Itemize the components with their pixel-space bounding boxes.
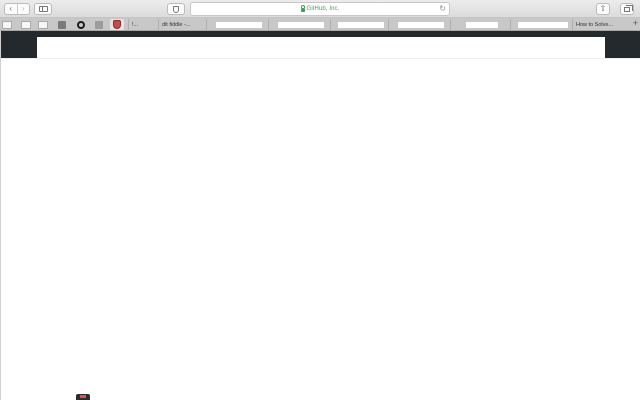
window-edge <box>0 31 1 400</box>
pinned-tab-active[interactable] <box>110 19 124 30</box>
new-tab-button[interactable]: + <box>633 18 638 28</box>
shield-icon <box>173 5 179 13</box>
tab-label: !... <box>132 21 139 28</box>
tab-label: How to Solve... <box>576 21 613 28</box>
tab-thumbnail <box>398 21 444 28</box>
tab-6[interactable] <box>388 19 450 30</box>
tab-strip: !... dit fiddle -... How to Solve... + <box>0 18 640 31</box>
tab-8[interactable] <box>510 19 572 30</box>
extension-icon <box>113 20 121 29</box>
github-icon <box>77 20 85 29</box>
pinned-tab-6[interactable] <box>93 19 105 30</box>
back-icon[interactable]: ‹ <box>5 4 17 14</box>
pinned-tab-github[interactable] <box>75 19 87 30</box>
pinned-tab-1[interactable] <box>1 19 13 30</box>
page-icon <box>38 20 48 29</box>
page-icon <box>2 20 12 29</box>
tab-9[interactable]: How to Solve... <box>572 19 628 30</box>
dock-icon[interactable] <box>76 394 90 400</box>
tab-thumbnail <box>338 21 384 28</box>
forward-icon[interactable]: › <box>16 4 30 14</box>
tabs-icon <box>624 4 633 12</box>
tab-1[interactable]: !... <box>128 19 158 30</box>
address-bar[interactable]: GitHub, Inc. ↻ <box>190 2 450 16</box>
tab-3[interactable] <box>206 19 268 30</box>
tab-thumbnail <box>518 21 568 28</box>
tab-thumbnail <box>466 21 498 28</box>
sidebar-button[interactable] <box>34 3 52 15</box>
lock-icon <box>300 5 305 12</box>
page-body <box>0 58 640 400</box>
tab-5[interactable] <box>330 19 388 30</box>
tab-label: dit fiddle -... <box>162 21 191 28</box>
sidebar-icon <box>38 6 48 12</box>
share-icon: ⇧ <box>599 4 607 13</box>
pinned-tab-4[interactable] <box>56 19 68 30</box>
browser-toolbar: ‹ › GitHub, Inc. ↻ ⇧ <box>0 0 640 18</box>
page-icon <box>21 20 31 29</box>
tab-2[interactable]: dit fiddle -... <box>158 19 206 30</box>
tabs-overview-button[interactable] <box>620 3 634 15</box>
navigation-buttons: ‹ › <box>4 3 30 15</box>
tab-thumbnail <box>216 21 262 28</box>
content-container <box>37 37 605 58</box>
tab-4[interactable] <box>268 19 330 30</box>
address-text: GitHub, Inc. <box>306 6 340 12</box>
shield-button[interactable] <box>167 3 185 15</box>
reload-icon[interactable]: ↻ <box>439 4 446 13</box>
share-button[interactable]: ⇧ <box>596 3 610 15</box>
pinned-tab-2[interactable] <box>20 19 32 30</box>
tab-7[interactable] <box>450 19 510 30</box>
pinned-tab-3[interactable] <box>37 19 49 30</box>
app-icon <box>95 20 103 29</box>
tab-thumbnail <box>278 21 324 28</box>
app-icon <box>58 20 66 29</box>
